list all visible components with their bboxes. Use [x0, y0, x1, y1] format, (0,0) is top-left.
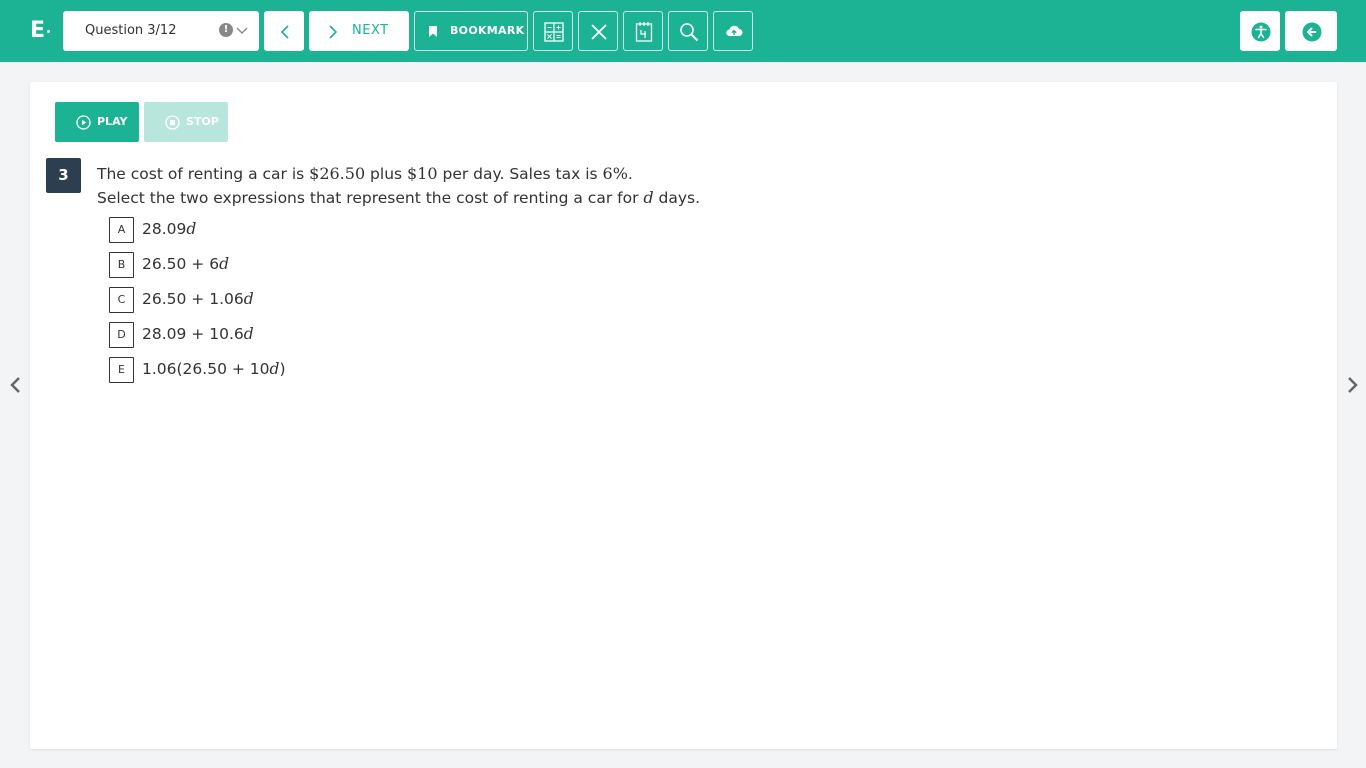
- bookmark-button-label: BOOKMARK: [450, 24, 525, 37]
- stem-math: $26.50: [309, 164, 366, 183]
- exit-icon: [1302, 22, 1322, 42]
- stem-text: plus: [365, 165, 408, 183]
- exit-button[interactable]: [1285, 11, 1337, 51]
- choice-expression: 1.06(26.50 + 10d): [142, 360, 286, 378]
- app-logo: E: [30, 17, 51, 45]
- question-card: PLAY STOP 3 The cost of renting a car is…: [30, 82, 1337, 749]
- play-button[interactable]: PLAY: [55, 102, 139, 142]
- choice-letter-box[interactable]: B: [109, 252, 134, 278]
- play-button-label: PLAY: [97, 115, 128, 128]
- choice-letter-box[interactable]: E: [109, 357, 134, 383]
- search-icon: [680, 23, 699, 42]
- choice-expression: 26.50 + 1.06d: [142, 290, 254, 308]
- accessibility-button[interactable]: [1240, 11, 1280, 51]
- bookmark-button[interactable]: BOOKMARK: [414, 11, 528, 51]
- question-selector-label: Question 3/12: [85, 23, 177, 38]
- question-number-badge: 3: [46, 158, 81, 193]
- stem-text: The cost of renting a car is: [97, 165, 310, 183]
- top-toolbar: E Question 3/12 ! NEXT BOOKMARK: [0, 0, 1366, 62]
- notepad-button[interactable]: [623, 11, 663, 51]
- warning-icon: !: [219, 23, 233, 37]
- stem-math-variable: d: [643, 188, 654, 207]
- stem-text: per day. Sales tax is: [437, 165, 603, 183]
- question-stem: The cost of renting a car is $26.50 plus…: [97, 162, 997, 210]
- question-stem-line-1: The cost of renting a car is $26.50 plus…: [97, 162, 997, 186]
- stem-text: .: [627, 165, 633, 183]
- chevron-down-icon: [236, 27, 248, 34]
- zoom-button[interactable]: [668, 11, 708, 51]
- choice-expression: 26.50 + 6d: [142, 255, 230, 273]
- choice-expression: 28.09d: [142, 220, 197, 238]
- upload-button[interactable]: [713, 11, 753, 51]
- choice-expression: 28.09 + 10.6d: [142, 325, 254, 343]
- next-page-arrow-icon[interactable]: [1344, 376, 1360, 394]
- eliminate-answer-button[interactable]: [578, 11, 618, 51]
- accessibility-icon: [1251, 22, 1271, 42]
- question-selector[interactable]: Question 3/12 !: [63, 11, 259, 51]
- notepad-icon: [635, 22, 653, 42]
- cloud-upload-icon: [726, 25, 743, 36]
- question-stem-line-2: Select the two expressions that represen…: [97, 186, 997, 210]
- stem-text: days.: [653, 189, 701, 207]
- previous-page-arrow-icon[interactable]: [8, 376, 24, 394]
- stop-button-label: STOP: [186, 115, 219, 128]
- choice-letter-box[interactable]: A: [109, 217, 134, 243]
- calculator-button[interactable]: [533, 11, 573, 51]
- calculator-icon: [544, 22, 564, 42]
- stop-button[interactable]: STOP: [144, 102, 228, 142]
- next-button-label: NEXT: [352, 23, 389, 38]
- close-icon: [591, 24, 607, 40]
- stop-icon: [165, 115, 180, 130]
- bookmark-icon: [429, 26, 437, 37]
- play-icon: [76, 115, 91, 130]
- chevron-left-icon: [280, 25, 289, 39]
- choice-letter-box[interactable]: C: [109, 287, 134, 313]
- previous-button[interactable]: [264, 11, 304, 51]
- stem-text: Select the two expressions that represen…: [97, 189, 644, 207]
- next-button[interactable]: NEXT: [309, 11, 409, 51]
- stem-math: 6%: [602, 164, 628, 183]
- choice-letter-box[interactable]: D: [109, 322, 134, 348]
- stem-math: $10: [407, 164, 438, 183]
- chevron-right-icon: [329, 25, 338, 39]
